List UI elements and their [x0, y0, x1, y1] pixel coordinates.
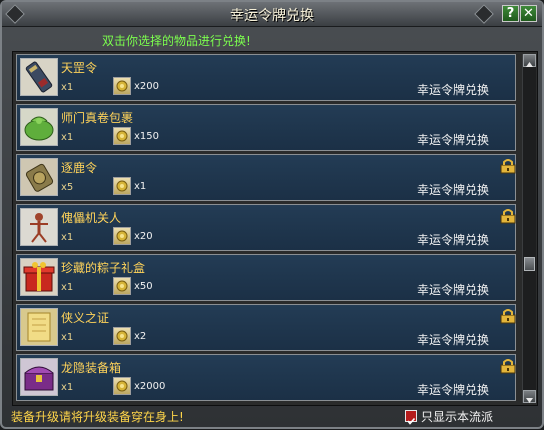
item-name: 逐鹿令	[61, 161, 98, 175]
puppet-icon	[20, 208, 58, 246]
scroll-up-button[interactable]	[523, 54, 536, 67]
lucky-token-icon	[113, 277, 131, 295]
upgrade-tip: 装备升级请将升级装备穿在身上!	[11, 410, 184, 424]
scroll-icon	[20, 308, 58, 346]
item-quantity: x1	[61, 382, 74, 393]
lock-icon	[500, 359, 516, 374]
lock-icon	[500, 309, 516, 324]
window-title: 幸运令牌兑换	[230, 8, 314, 24]
giftbox-icon	[20, 258, 58, 296]
lucky-token-icon	[113, 77, 131, 95]
item-quantity: x1	[61, 232, 74, 243]
lucky-token-icon	[113, 327, 131, 345]
scroll-down-button[interactable]	[523, 390, 536, 403]
exchange-label: 幸运令牌兑换	[417, 133, 490, 147]
item-row[interactable]: 逐鹿令 x5 x1 幸运令牌兑换	[16, 154, 516, 201]
token-cost: x2	[134, 331, 147, 342]
item-quantity: x1	[61, 282, 74, 293]
item-row[interactable]: 侠义之证 x1 x2 幸运令牌兑换	[16, 304, 516, 351]
item-row[interactable]: 珍藏的粽子礼盒 x1 x50 幸运令牌兑换	[16, 254, 516, 301]
item-quantity: x1	[61, 132, 74, 143]
chest-icon	[20, 358, 58, 396]
item-name: 珍藏的粽子礼盒	[61, 261, 146, 275]
item-row[interactable]: 师门真卷包裹 x1 x150 幸运令牌兑换	[16, 104, 516, 151]
exchange-label: 幸运令牌兑换	[417, 183, 490, 197]
title-bar[interactable]: 幸运令牌兑换 ? ✕	[2, 2, 542, 27]
item-list: 天罡令 x1 x200 幸运令牌兑换 师门真卷包裹 x1 x150 幸运令牌兑换	[12, 51, 538, 406]
lucky-token-exchange-window: 幸运令牌兑换 ? ✕ 双击你选择的物品进行兑换! 天罡令 x1 x200 幸运令…	[0, 0, 544, 429]
token-cost: x2000	[134, 381, 166, 392]
tablet-icon	[20, 58, 58, 96]
lucky-token-icon	[113, 177, 131, 195]
token-cost: x50	[134, 281, 153, 292]
exchange-label: 幸运令牌兑换	[417, 233, 490, 247]
check-icon	[407, 417, 416, 425]
school-filter-label[interactable]: 只显示本流派	[421, 408, 493, 425]
item-quantity: x5	[61, 182, 74, 193]
token-cost: x1	[134, 181, 147, 192]
bundle-icon	[20, 108, 58, 146]
lock-icon	[500, 159, 516, 174]
exchange-label: 幸运令牌兑换	[417, 383, 490, 397]
item-name: 师门真卷包裹	[61, 111, 134, 125]
school-filter-checkbox[interactable]	[405, 410, 417, 425]
item-name: 天罡令	[61, 61, 98, 75]
lock-icon	[500, 209, 516, 224]
item-name: 龙隐装备箱	[61, 361, 122, 375]
scroll-thumb[interactable]	[524, 257, 535, 271]
item-row[interactable]: 天罡令 x1 x200 幸运令牌兑换	[16, 54, 516, 101]
item-row[interactable]: 傀儡机关人 x1 x20 幸运令牌兑换	[16, 204, 516, 251]
item-quantity: x1	[61, 332, 74, 343]
token-cost: x20	[134, 231, 153, 242]
lucky-token-icon	[113, 227, 131, 245]
token-cost: x150	[134, 131, 160, 142]
exchange-label: 幸运令牌兑换	[417, 83, 490, 97]
instruction-text: 双击你选择的物品进行兑换!	[102, 34, 251, 48]
list-scrollbar[interactable]	[522, 54, 536, 403]
lucky-token-icon	[113, 127, 131, 145]
item-quantity: x1	[61, 82, 74, 93]
item-row[interactable]: 龙隐装备箱 x1 x2000 幸运令牌兑换	[16, 354, 516, 401]
token-cost: x200	[134, 81, 160, 92]
item-name: 傀儡机关人	[61, 211, 122, 225]
help-button[interactable]: ?	[502, 5, 519, 22]
item-name: 侠义之证	[61, 311, 110, 325]
exchange-label: 幸运令牌兑换	[417, 333, 490, 347]
arrow-up-icon	[526, 62, 533, 67]
lucky-token-icon	[113, 377, 131, 395]
close-button[interactable]: ✕	[520, 5, 537, 22]
exchange-label: 幸运令牌兑换	[417, 283, 490, 297]
token-icon	[20, 158, 58, 196]
arrow-down-icon	[526, 398, 533, 403]
